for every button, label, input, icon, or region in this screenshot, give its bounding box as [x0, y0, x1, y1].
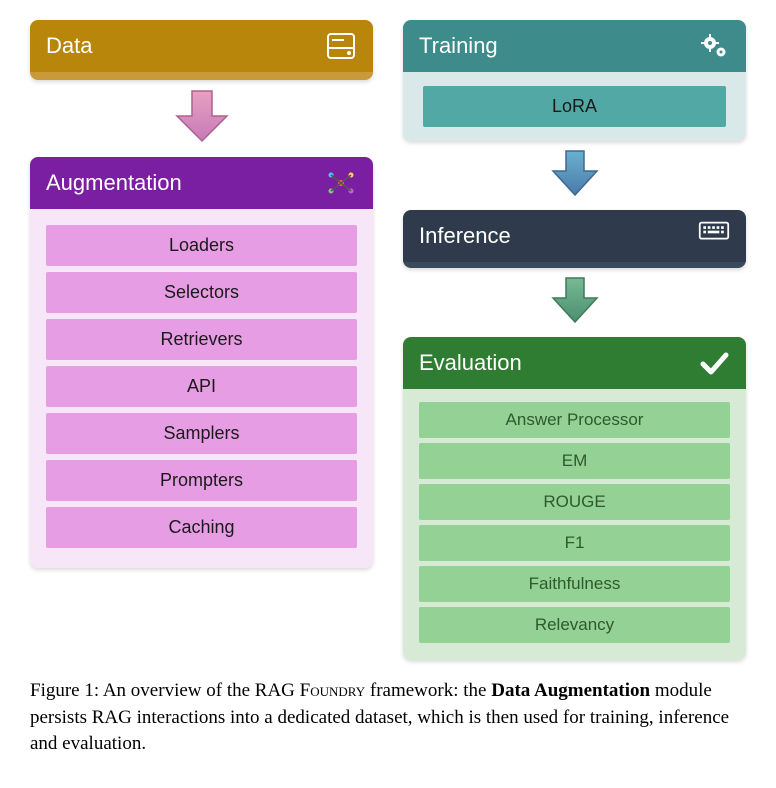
augmentation-title: Augmentation	[46, 170, 182, 196]
gears-icon	[698, 30, 730, 62]
training-box: Training LoRA	[403, 20, 746, 141]
evaluation-body: Answer Processor EM ROUGE F1 Faithfulnes…	[403, 389, 746, 660]
eval-item: EM	[419, 443, 730, 479]
diagram: Data Augmentation Loaders Sel	[30, 20, 746, 660]
caption-smallcaps: Foundry	[300, 680, 365, 701]
aug-item: Prompters	[46, 460, 357, 501]
aug-item: Caching	[46, 507, 357, 548]
eval-item: F1	[419, 525, 730, 561]
augmentation-body: Loaders Selectors Retrievers API Sampler…	[30, 209, 373, 568]
training-item: LoRA	[423, 86, 726, 127]
aug-item: Loaders	[46, 225, 357, 266]
check-icon	[698, 347, 730, 379]
training-body: LoRA	[403, 72, 746, 141]
eval-item: Relevancy	[419, 607, 730, 643]
arrow-inf-to-eval	[544, 274, 606, 331]
evaluation-title: Evaluation	[419, 350, 522, 376]
data-title: Data	[46, 33, 92, 59]
caption-mid: framework: the	[365, 680, 491, 701]
left-column: Data Augmentation Loaders Sel	[30, 20, 373, 568]
augmentation-box: Augmentation Loaders Selectors Retriever…	[30, 157, 373, 568]
aug-item: API	[46, 366, 357, 407]
caption-bold: Data Augmentation	[491, 680, 650, 701]
data-box: Data	[30, 20, 373, 80]
evaluation-box: Evaluation Answer Processor EM ROUGE F1 …	[403, 337, 746, 660]
aug-item: Retrievers	[46, 319, 357, 360]
right-column: Training LoRA Inference	[403, 20, 746, 660]
keyboard-icon	[698, 220, 730, 252]
eval-item: ROUGE	[419, 484, 730, 520]
figure-caption: Figure 1: An overview of the RAG Foundry…	[30, 678, 746, 758]
training-title: Training	[419, 33, 498, 59]
evaluation-header: Evaluation	[403, 337, 746, 389]
eval-item: Faithfulness	[419, 566, 730, 602]
inference-header: Inference	[403, 210, 746, 262]
eval-item: Answer Processor	[419, 402, 730, 438]
aug-item: Selectors	[46, 272, 357, 313]
data-header: Data	[30, 20, 373, 72]
caption-prefix: Figure 1: An overview of the RAG	[30, 680, 300, 701]
disk-icon	[325, 30, 357, 62]
arrow-train-to-inf	[544, 147, 606, 204]
arrow-data-to-aug	[167, 86, 237, 151]
augmentation-header: Augmentation	[30, 157, 373, 209]
inference-box: Inference	[403, 210, 746, 268]
training-header: Training	[403, 20, 746, 72]
inference-title: Inference	[419, 223, 511, 249]
aug-item: Samplers	[46, 413, 357, 454]
network-icon	[325, 167, 357, 199]
